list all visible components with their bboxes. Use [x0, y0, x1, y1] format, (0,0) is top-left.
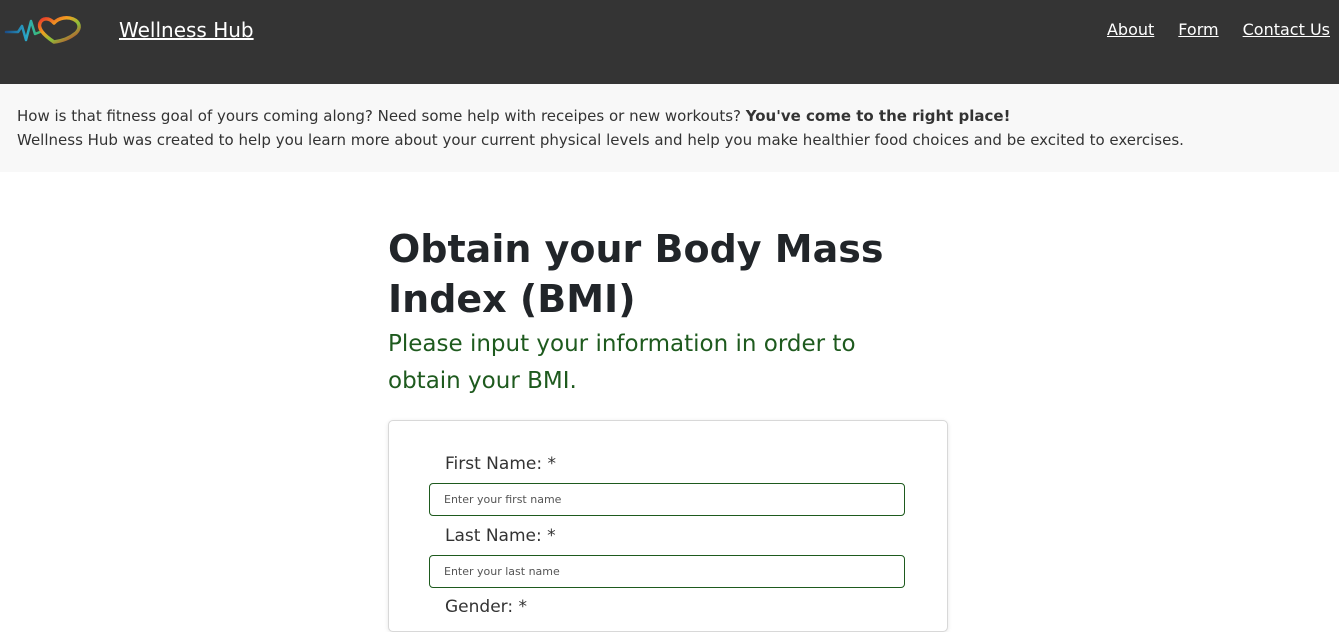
last-name-input[interactable]: [429, 555, 905, 588]
top-navbar: Wellness Hub About Form Contact Us: [0, 0, 1339, 84]
main-content: Obtain your Body Mass Index (BMI) Please…: [388, 224, 948, 400]
page-subtitle: Please input your information in order t…: [388, 331, 856, 394]
brand-name-link[interactable]: Wellness Hub: [119, 18, 254, 42]
intro-line-1: How is that fitness goal of yours coming…: [17, 107, 1010, 125]
first-name-label: First Name: *: [445, 454, 556, 474]
gender-label: Gender: *: [445, 597, 527, 617]
nav-link-about[interactable]: About: [1107, 20, 1154, 39]
nav-link-form[interactable]: Form: [1178, 20, 1218, 39]
intro-line-1-bold: You've come to the right place!: [745, 107, 1011, 125]
intro-banner: How is that fitness goal of yours coming…: [0, 84, 1339, 172]
last-name-label: Last Name: *: [445, 526, 556, 546]
nav-link-contact-us[interactable]: Contact Us: [1243, 20, 1330, 39]
intro-line-2: Wellness Hub was created to help you lea…: [17, 131, 1184, 149]
page-title: Obtain your Body Mass Index (BMI): [388, 227, 884, 321]
intro-line-1-text: How is that fitness goal of yours coming…: [17, 107, 741, 125]
heartbeat-heart-logo-icon[interactable]: [4, 12, 98, 48]
nav-links: About Form Contact Us: [1107, 20, 1330, 39]
bmi-form-card: First Name: * Last Name: * Gender: *: [388, 420, 948, 632]
first-name-input[interactable]: [429, 483, 905, 516]
